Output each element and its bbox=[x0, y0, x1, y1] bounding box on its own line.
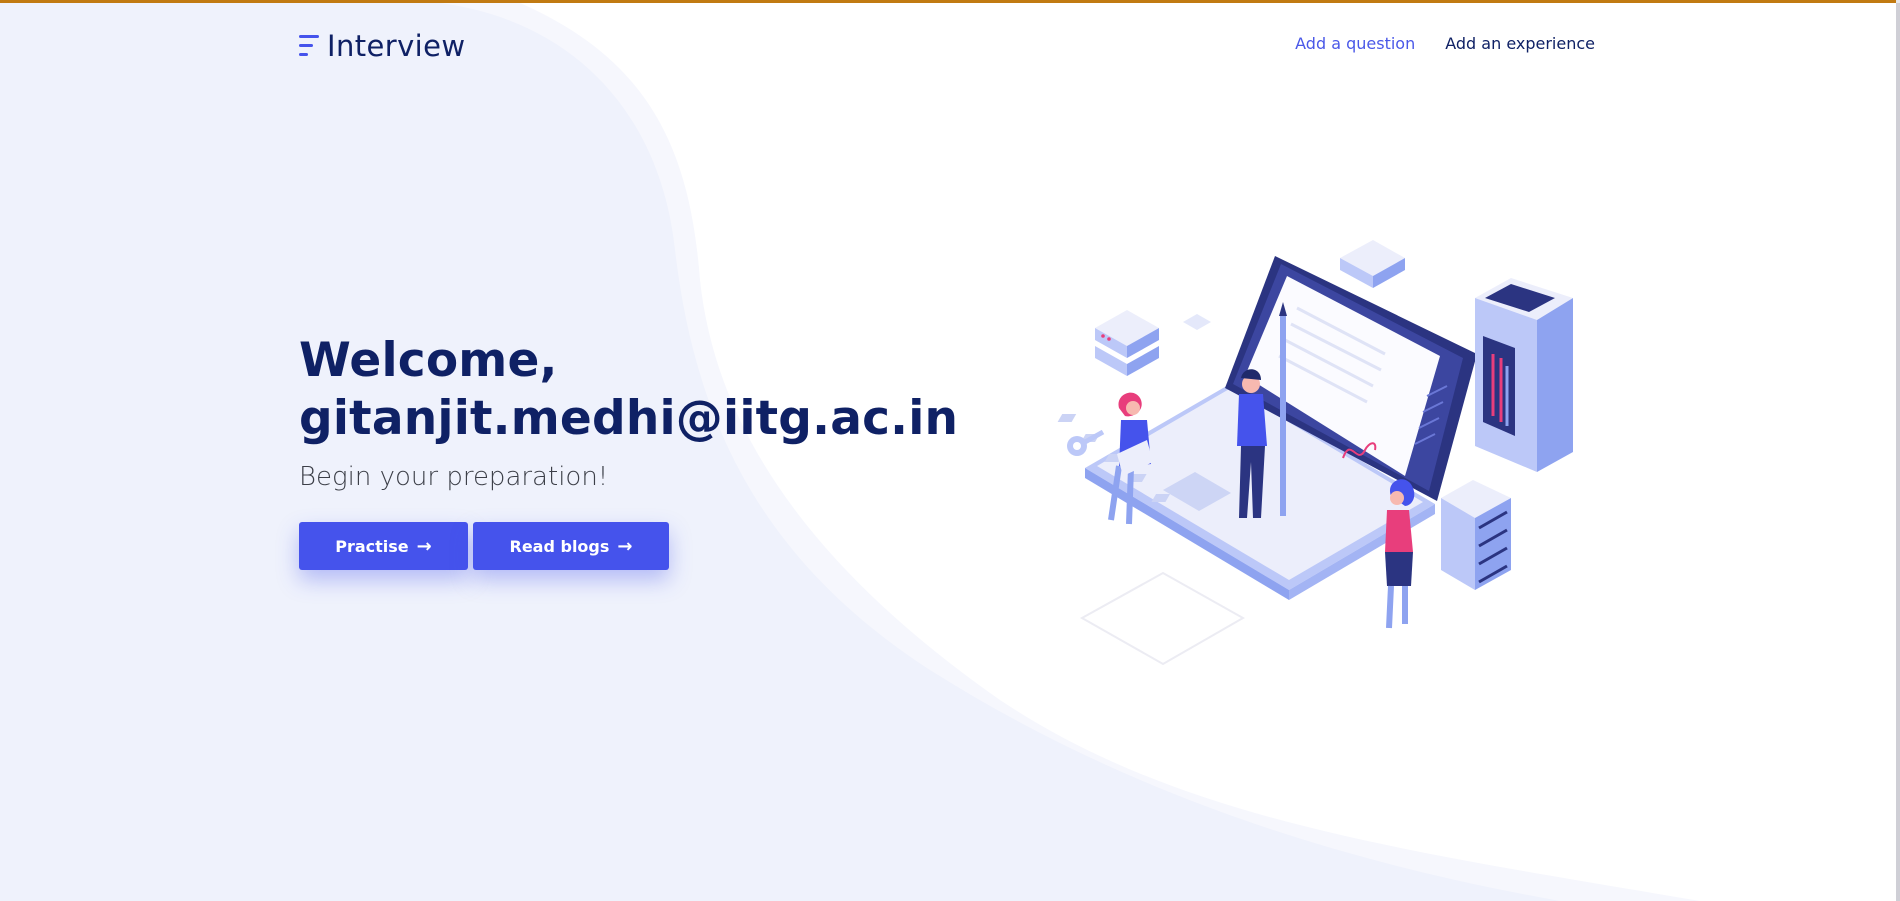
user-email: gitanjit.medhi@iitg.ac.in bbox=[299, 391, 959, 446]
read-blogs-button[interactable]: Read blogs → bbox=[473, 522, 669, 570]
arrow-right-icon: → bbox=[617, 535, 633, 557]
site-header: Interview Add a question Add an experien… bbox=[299, 24, 1595, 68]
hero-illustration bbox=[1057, 240, 1573, 666]
hero-subtitle: Begin your preparation! bbox=[299, 462, 609, 492]
practise-button[interactable]: Practise → bbox=[299, 522, 468, 570]
menu-lines-icon bbox=[299, 35, 319, 56]
arrow-right-icon: → bbox=[416, 535, 432, 557]
hero-buttons: Practise → Read blogs → bbox=[299, 522, 1019, 570]
practise-button-label: Practise bbox=[335, 536, 409, 556]
top-border bbox=[0, 0, 1900, 3]
read-blogs-button-label: Read blogs bbox=[509, 536, 610, 556]
welcome-heading: Welcome, gitanjit.medhi@iitg.ac.in bbox=[299, 332, 1019, 448]
add-question-link[interactable]: Add a question bbox=[1295, 34, 1415, 53]
hero-section: Welcome, gitanjit.medhi@iitg.ac.in Begin… bbox=[299, 332, 1019, 570]
logo[interactable]: Interview bbox=[299, 24, 465, 68]
add-experience-link[interactable]: Add an experience bbox=[1445, 34, 1595, 53]
logo-text: Interview bbox=[327, 29, 466, 63]
scrollbar-thumb[interactable] bbox=[1896, 3, 1900, 901]
welcome-text: Welcome, bbox=[299, 333, 558, 388]
top-nav: Add a question Add an experience bbox=[1295, 34, 1595, 53]
